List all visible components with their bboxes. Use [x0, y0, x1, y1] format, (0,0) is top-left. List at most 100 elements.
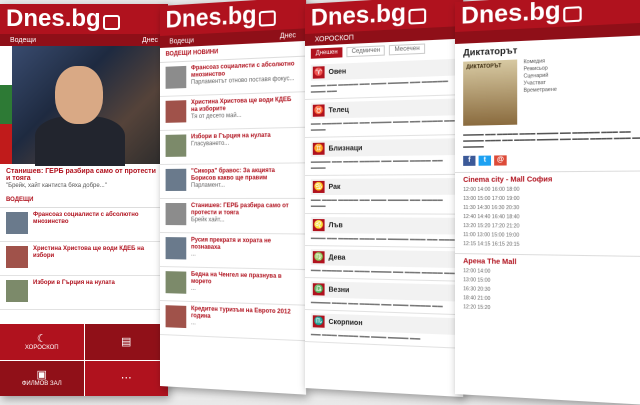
list-item[interactable]: Кредитен туризъм на Еврото 2012 година..…: [160, 301, 307, 342]
nav-tab-today[interactable]: Днес: [280, 31, 296, 39]
list-item[interactable]: Христина Христова ще води КДЕБ на избори: [0, 242, 168, 276]
news-icon: ▤: [121, 335, 132, 348]
sign-text-placeholder: ▬▬▬▬ ▬▬ ▬▬▬ ▬▬▬▬ ▬▬ ▬▬▬ ▬▬▬▬ ▬▬ ▬▬▬: [310, 157, 443, 171]
news-thumbnail: [165, 203, 187, 226]
tab-monthly[interactable]: Месечен: [389, 43, 425, 56]
list-item-title: Франсоаз социалисти с абсолютно мнозинст…: [33, 212, 139, 225]
person-face: [55, 66, 103, 124]
horoscope-icon: ☾: [36, 332, 47, 345]
sign-aries[interactable]: ♈ Овен ▬▬▬ ▬▬ ▬▬▬▬ ▬▬ ▬▬▬ ▬▬▬▬ ▬▬ ▬▬▬▬▬ ▬▬…: [305, 55, 464, 100]
tab-daily[interactable]: Днешен: [310, 47, 343, 59]
site-logo[interactable]: Dnes.bg: [166, 1, 257, 35]
meta-line: Времетраене: [523, 86, 557, 94]
list-item-title: "Сикора" бравос: За акцията Борисов какв…: [191, 167, 275, 182]
news-thumbnail: [6, 246, 28, 268]
nav-tab-leading[interactable]: Водещи: [169, 37, 194, 45]
sign-cancer[interactable]: ♋ Рак ▬▬ ▬▬▬ ▬▬▬▬ ▬▬ ▬▬▬ ▬▬▬▬ ▬▬ ▬▬▬▬ ▬▬▬: [305, 174, 464, 215]
site-logo[interactable]: Dnes.bg: [311, 0, 406, 33]
list-item[interactable]: Франсоаз социалисти с абсолютно мнозинст…: [160, 56, 307, 97]
movie-poster[interactable]: ДИКТАТОРЪТ: [463, 59, 518, 126]
list-item-title: Христина Христова ще води КДЕБ на избори: [33, 246, 145, 259]
list-item-subtitle: Брейк хайт...: [191, 217, 225, 224]
nav-tab-today[interactable]: Днес: [142, 37, 158, 44]
aries-icon: ♈: [312, 66, 325, 79]
virgo-icon: ♍: [312, 251, 325, 264]
sign-name: Телец: [328, 106, 349, 114]
phone-screen-news: Dnes.bg Водещи Днес ВОДЕЩИ НОВИНИ Франсо…: [160, 0, 307, 395]
list-item[interactable]: Избори в Гърция на нулата Гласуването...: [160, 127, 307, 165]
email-icon[interactable]: @: [494, 155, 507, 166]
news-thumbnail: [165, 305, 187, 329]
list-item-title: Бедна на Ченгел не празнува в морето: [191, 271, 282, 286]
lead-quote: "Брейк, хайт кантиста бяха добре...": [6, 183, 107, 189]
sign-text-placeholder: ▬▬▬ ▬▬ ▬▬▬▬ ▬▬ ▬▬▬ ▬▬▬▬ ▬▬ ▬▬▬▬▬ ▬▬▬ ▬▬: [310, 77, 449, 95]
list-item[interactable]: Бедна на Ченгел не празнува в морето...: [160, 267, 307, 306]
taurus-icon: ♉: [312, 104, 325, 117]
sign-name: Везни: [328, 286, 350, 294]
film-icon: ▣: [36, 369, 47, 382]
sign-name: Скорпион: [328, 318, 363, 327]
sign-text-placeholder: ▬▬▬ ▬▬ ▬▬▬▬ ▬▬▬ ▬▬ ▬▬▬▬ ▬▬▬ ▬▬ ▬▬▬: [310, 235, 455, 243]
tile-label: ХОРОСКОП: [24, 344, 59, 351]
sign-gemini[interactable]: ♊ Близнаци ▬▬▬▬ ▬▬ ▬▬▬ ▬▬▬▬ ▬▬ ▬▬▬ ▬▬▬▬ ▬▬…: [305, 135, 464, 176]
sign-name: Овен: [328, 67, 347, 76]
gemini-icon: ♊: [312, 142, 325, 155]
chat-bubble-icon: [102, 14, 120, 30]
facebook-icon[interactable]: f: [463, 155, 476, 166]
sign-virgo[interactable]: ♍ Дева ▬▬ ▬▬▬▬ ▬▬ ▬▬▬ ▬▬▬▬ ▬▬ ▬▬▬ ▬▬▬▬ ▬▬: [305, 246, 464, 282]
site-logo[interactable]: Dnes.bg: [6, 5, 101, 33]
tile-label: ФИЛМОВ ЗАЛ: [21, 381, 62, 388]
list-item[interactable]: Франсоаз социалисти с абсолютно мнозинст…: [0, 208, 168, 242]
nav-tab-leading[interactable]: Водещи: [10, 37, 36, 44]
list-item-title: Избори в Гърция на нулата: [33, 280, 115, 286]
list-item[interactable]: Христина Христова ще води КДЕБ на избори…: [160, 92, 307, 131]
tile-news[interactable]: ▤: [84, 324, 168, 360]
list-item-subtitle: Парламент...: [191, 182, 226, 189]
news-thumbnail: [165, 271, 187, 294]
site-logo[interactable]: Dnes.bg: [461, 0, 561, 31]
lead-headline[interactable]: Станишев: ГЕРБ разбира само от протести …: [0, 164, 168, 183]
news-thumbnail: [165, 100, 187, 123]
list-item-subtitle: ...: [191, 251, 196, 258]
sign-leo[interactable]: ♌ Лъв ▬▬▬ ▬▬ ▬▬▬▬ ▬▬▬ ▬▬ ▬▬▬▬ ▬▬▬ ▬▬ ▬▬▬: [305, 214, 464, 249]
phone-screen-home: Dnes.bg Водещи Днес Станишев: ГЕРБ разби…: [0, 4, 168, 396]
news-thumbnail: [165, 237, 187, 260]
list-item[interactable]: Избори в Гърция на нулата: [0, 276, 168, 310]
list-item-subtitle: Тя от десето май...: [191, 112, 242, 121]
list-item[interactable]: Русия прекратя и хората не познаваха...: [160, 233, 307, 271]
social-share: f t @: [455, 151, 640, 168]
list-item-title: Русия прекратя и хората не познаваха: [191, 237, 272, 251]
list-item[interactable]: "Сикора" бравос: За акцията Борисов какв…: [160, 163, 307, 199]
news-thumbnail: [6, 212, 28, 234]
twitter-icon[interactable]: t: [478, 155, 492, 166]
sign-taurus[interactable]: ♉ Телец ▬▬ ▬▬▬▬ ▬▬▬ ▬▬ ▬▬▬▬ ▬▬▬ ▬▬ ▬▬▬▬ ▬▬…: [305, 95, 464, 138]
list-item-title: Станишев: ГЕРБ разбира само от протести …: [191, 203, 289, 217]
movie-synopsis-placeholder: ▬▬▬▬ ▬▬ ▬▬▬▬ ▬▬▬ ▬▬▬▬ ▬▬ ▬▬▬▬▬ ▬▬▬ ▬▬ ▬▬…: [463, 128, 640, 150]
showtime-row: 12:00 14:00 16:00 18:00: [463, 186, 520, 193]
tab-weekly[interactable]: Седмичен: [346, 45, 386, 58]
movie-meta: Комедия Режисьор Сценарий Участват Време…: [524, 58, 557, 125]
chat-bubble-icon: [258, 9, 276, 27]
tile-film[interactable]: ▣ ФИЛМОВ ЗАЛ: [0, 360, 84, 396]
lead-photo[interactable]: [0, 46, 168, 166]
news-thumbnail: [165, 134, 187, 157]
nav-tab-horoscope[interactable]: ХОРОСКОП: [315, 34, 354, 43]
showtime-row: 12:15 14:15 16:15 20:15: [463, 241, 520, 248]
tile-horoscope[interactable]: ☾ ХОРОСКОП: [0, 324, 84, 360]
list-item[interactable]: Станишев: ГЕРБ разбира само от протести …: [160, 198, 307, 235]
sign-text-placeholder: ▬▬ ▬▬▬▬ ▬▬▬ ▬▬ ▬▬▬▬ ▬▬▬ ▬▬ ▬▬▬▬ ▬▬ ▬▬▬: [310, 117, 455, 133]
sign-text-placeholder: ▬▬ ▬▬▬ ▬▬▬▬ ▬▬ ▬▬▬ ▬▬▬▬ ▬▬ ▬▬▬▬ ▬▬▬: [310, 196, 443, 210]
list-item-title: Избори в Гърция на нулата: [191, 132, 271, 141]
tile-more[interactable]: ⋯: [84, 360, 168, 396]
chat-bubble-icon: [562, 5, 582, 23]
sign-libra[interactable]: ♎ Везни ▬▬▬▬ ▬▬▬ ▬▬ ▬▬▬▬ ▬▬ ▬▬▬ ▬▬▬▬ ▬▬: [305, 278, 464, 316]
news-thumbnail: [165, 168, 187, 191]
tile-menu: ☾ ХОРОСКОП ▤ ▣ ФИЛМОВ ЗАЛ ⋯: [0, 324, 168, 396]
sign-scorpio[interactable]: ♏ Скорпион ▬▬ ▬▬▬ ▬▬▬▬ ▬▬ ▬▬▬ ▬▬▬▬ ▬▬: [305, 310, 464, 349]
showtime-row: 13:00 15:00 17:00 19:00: [463, 195, 520, 203]
phone-screen-horoscope: Dnes.bg ХОРОСКОП Днешен Седмичен Месечен…: [305, 0, 464, 398]
scorpio-icon: ♏: [312, 315, 325, 328]
poster-title: ДИКТАТОРЪТ: [466, 63, 502, 71]
list-item-subtitle: ...: [191, 285, 196, 293]
news-thumbnail: [165, 65, 187, 89]
